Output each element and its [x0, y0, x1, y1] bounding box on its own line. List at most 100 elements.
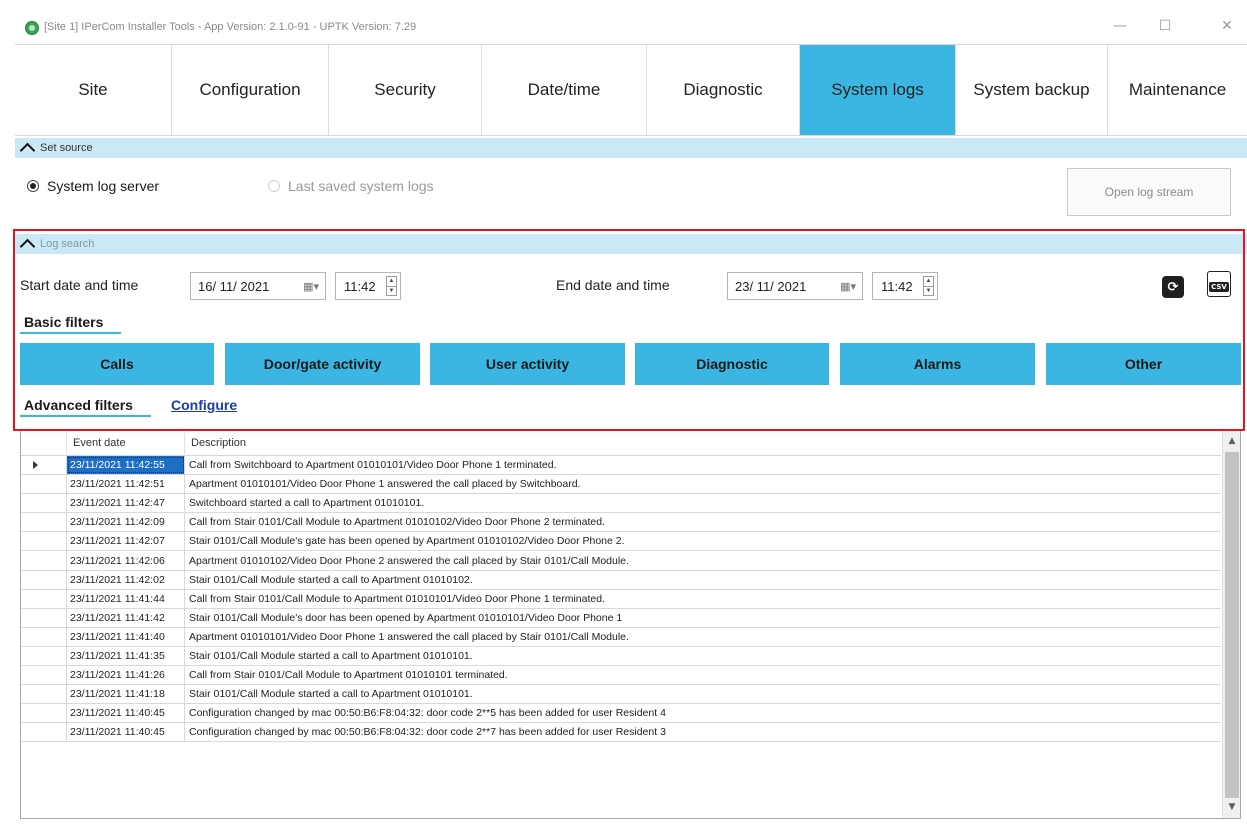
start-time-input[interactable]: 11:42 ▲ ▼: [335, 272, 401, 300]
vertical-scrollbar[interactable]: ▲ ▼: [1222, 430, 1240, 818]
close-button[interactable]: ✕: [1212, 14, 1242, 38]
row-selector[interactable]: [21, 532, 67, 551]
row-selector[interactable]: [21, 551, 67, 570]
row-selector[interactable]: [21, 723, 67, 742]
calendar-dropdown-icon[interactable]: ▦▾: [840, 280, 856, 293]
end-time-input[interactable]: 11:42 ▲ ▼: [872, 272, 938, 300]
cell-event-date[interactable]: 23/11/2021 11:42:47: [67, 494, 185, 513]
row-selector[interactable]: [21, 475, 67, 494]
table-row[interactable]: 23/11/2021 11:40:45 Configuration changed…: [21, 723, 1221, 743]
row-selector[interactable]: [21, 494, 67, 513]
cell-event-date[interactable]: 23/11/2021 11:41:18: [67, 685, 185, 704]
configure-link[interactable]: Configure: [171, 397, 237, 413]
cell-event-date[interactable]: 23/11/2021 11:42:06: [67, 551, 185, 570]
filter-calls-button[interactable]: Calls: [20, 343, 214, 385]
cell-description[interactable]: Apartment 01010101/Video Door Phone 1 an…: [185, 475, 1221, 493]
filter-alarms-button[interactable]: Alarms: [840, 343, 1035, 385]
table-row[interactable]: 23/11/2021 11:41:42 Stair 0101/Call Modul…: [21, 608, 1221, 628]
filter-user-activity-button[interactable]: User activity: [430, 343, 625, 385]
spin-up-icon[interactable]: ▲: [387, 277, 396, 286]
table-row[interactable]: 23/11/2021 11:41:40 Apartment 01010101/Vi…: [21, 627, 1221, 647]
cell-event-date[interactable]: 23/11/2021 11:41:35: [67, 646, 185, 666]
row-selector[interactable]: [21, 608, 67, 627]
row-selector[interactable]: [21, 513, 67, 532]
scroll-down-icon[interactable]: ▼: [1223, 798, 1240, 816]
row-selector[interactable]: [21, 685, 67, 704]
tab-security[interactable]: Security: [329, 45, 482, 135]
table-row[interactable]: 23/11/2021 11:41:44 Call from Stair 0101/…: [21, 589, 1221, 609]
cell-event-date[interactable]: 23/11/2021 11:42:02: [67, 570, 185, 589]
csv-export-icon[interactable]: CSV: [1207, 271, 1231, 297]
calendar-dropdown-icon[interactable]: ▦▾: [303, 280, 319, 293]
cell-description[interactable]: Call from Stair 0101/Call Module to Apar…: [185, 666, 1221, 684]
table-row[interactable]: 23/11/2021 11:41:35 Stair 0101/Call Modul…: [21, 646, 1221, 667]
scroll-up-icon[interactable]: ▲: [1223, 432, 1240, 450]
row-selector[interactable]: [21, 646, 67, 666]
cell-description[interactable]: Apartment 01010101/Video Door Phone 1 an…: [185, 628, 1221, 646]
tab-system-logs[interactable]: System logs: [800, 45, 956, 135]
table-row[interactable]: 23/11/2021 11:41:18 Stair 0101/Call Modul…: [21, 685, 1221, 705]
tab-configuration[interactable]: Configuration: [172, 45, 329, 135]
row-selector[interactable]: [21, 589, 67, 608]
table-row[interactable]: 23/11/2021 11:40:45 Configuration changed…: [21, 704, 1221, 724]
maximize-button[interactable]: ☐: [1150, 14, 1180, 38]
table-row[interactable]: 23/11/2021 11:42:09 Call from Stair 0101/…: [21, 513, 1221, 533]
log-search-header[interactable]: Log search: [15, 234, 1247, 254]
table-row[interactable]: 23/11/2021 11:41:26 Call from Stair 0101/…: [21, 666, 1221, 686]
minimize-button[interactable]: —: [1105, 14, 1135, 38]
cell-description[interactable]: Stair 0101/Call Module's door has been o…: [185, 609, 1221, 627]
cell-event-date[interactable]: 23/11/2021 11:40:45: [67, 723, 185, 742]
tab-maintenance[interactable]: Maintenance: [1108, 45, 1247, 135]
cell-event-date[interactable]: 23/11/2021 11:42:51: [67, 475, 185, 494]
cell-description[interactable]: Stair 0101/Call Module started a call to…: [185, 571, 1221, 589]
row-selector[interactable]: [21, 627, 67, 646]
radio-button-selected[interactable]: [27, 180, 39, 192]
cell-event-date[interactable]: 23/11/2021 11:41:44: [67, 589, 185, 608]
table-row[interactable]: 23/11/2021 11:42:47 Switchboard started a…: [21, 494, 1221, 514]
cell-description[interactable]: Configuration changed by mac 00:50:B6:F8…: [185, 704, 1221, 722]
radio-last-saved-logs[interactable]: Last saved system logs: [268, 178, 434, 194]
row-selector[interactable]: [21, 704, 67, 723]
event-log-grid[interactable]: Event date Description 23/11/2021 11:42:…: [20, 429, 1241, 819]
table-row[interactable]: 23/11/2021 11:42:51 Apartment 01010101/Vi…: [21, 475, 1221, 495]
set-source-header[interactable]: Set source: [15, 138, 1247, 158]
cell-description[interactable]: Call from Switchboard to Apartment 01010…: [185, 456, 1221, 474]
refresh-icon[interactable]: ⟳: [1162, 276, 1184, 298]
column-header-description[interactable]: Description: [185, 430, 1221, 456]
cell-description[interactable]: Switchboard started a call to Apartment …: [185, 494, 1221, 512]
cell-event-date[interactable]: 23/11/2021 11:41:42: [67, 608, 185, 627]
spin-down-icon[interactable]: ▼: [924, 285, 933, 296]
filter-other-button[interactable]: Other: [1046, 343, 1241, 385]
cell-event-date[interactable]: 23/11/2021 11:42:09: [67, 513, 185, 532]
cell-description[interactable]: Stair 0101/Call Module started a call to…: [185, 647, 1221, 665]
row-selector[interactable]: [21, 456, 67, 475]
end-date-picker[interactable]: 23/ 11/ 2021 ▦▾: [727, 272, 863, 300]
cell-description[interactable]: Apartment 01010102/Video Door Phone 2 an…: [185, 551, 1221, 569]
row-selector[interactable]: [21, 666, 67, 685]
radio-system-log-server[interactable]: System log server: [27, 178, 159, 194]
tab-date-time[interactable]: Date/time: [482, 45, 647, 135]
cell-description[interactable]: Call from Stair 0101/Call Module to Apar…: [185, 513, 1221, 531]
time-spinner[interactable]: ▲ ▼: [386, 276, 397, 296]
table-row[interactable]: 23/11/2021 11:42:07 Stair 0101/Call Modul…: [21, 532, 1221, 552]
cell-description[interactable]: Stair 0101/Call Module's gate has been o…: [185, 532, 1221, 550]
filter-diagnostic-button[interactable]: Diagnostic: [635, 343, 829, 385]
tab-site[interactable]: Site: [15, 45, 172, 135]
table-row[interactable]: 23/11/2021 11:42:06 Apartment 01010102/Vi…: [21, 551, 1221, 571]
cell-event-date[interactable]: 23/11/2021 11:42:55: [67, 456, 185, 475]
tab-system-backup[interactable]: System backup: [956, 45, 1108, 135]
cell-description[interactable]: Call from Stair 0101/Call Module to Apar…: [185, 590, 1221, 608]
cell-event-date[interactable]: 23/11/2021 11:41:40: [67, 627, 185, 646]
spin-down-icon[interactable]: ▼: [387, 285, 396, 296]
tab-diagnostic[interactable]: Diagnostic: [647, 45, 800, 135]
table-row[interactable]: 23/11/2021 11:42:55 Call from Switchboard…: [21, 456, 1221, 476]
radio-button[interactable]: [268, 180, 280, 192]
cell-event-date[interactable]: 23/11/2021 11:41:26: [67, 666, 185, 685]
filter-door-gate-button[interactable]: Door/gate activity: [225, 343, 420, 385]
cell-description[interactable]: Stair 0101/Call Module started a call to…: [185, 685, 1221, 703]
start-date-picker[interactable]: 16/ 11/ 2021 ▦▾: [190, 272, 326, 300]
column-header-event-date[interactable]: Event date: [67, 430, 185, 456]
table-row[interactable]: 23/11/2021 11:42:02 Stair 0101/Call Modul…: [21, 570, 1221, 590]
open-log-stream-button[interactable]: Open log stream: [1067, 168, 1231, 216]
cell-event-date[interactable]: 23/11/2021 11:40:45: [67, 704, 185, 723]
